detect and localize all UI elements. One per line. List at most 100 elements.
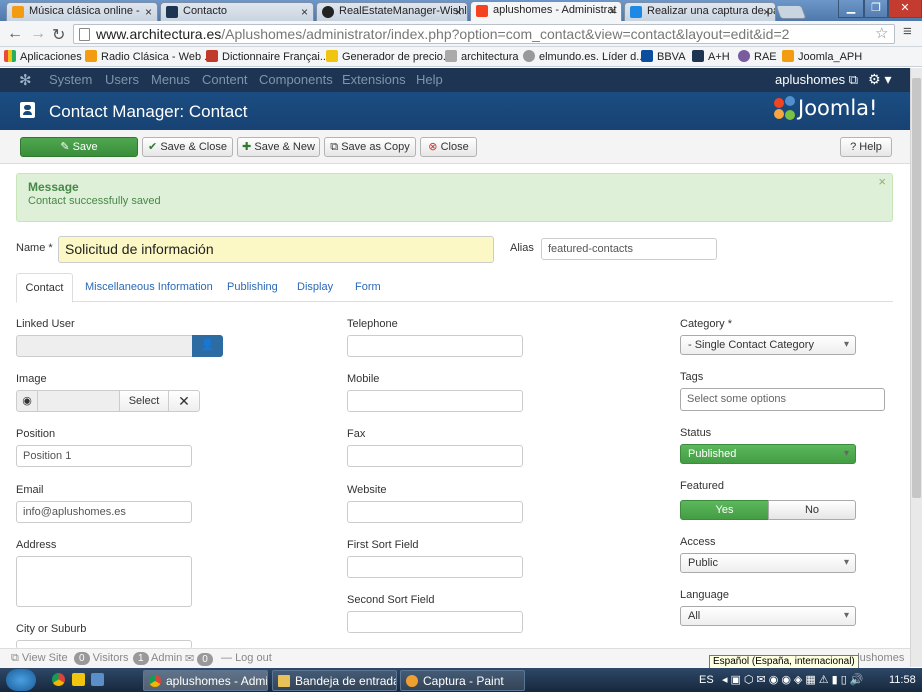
select-user-button[interactable]: 👤 <box>192 335 223 357</box>
close-button[interactable]: ⊗ Close <box>420 137 477 157</box>
bookmark-item[interactable]: Generador de precio... <box>326 50 452 63</box>
bookmark-item[interactable]: Radio Clásica - Web ... <box>85 50 213 63</box>
view-site-link[interactable]: ⧉ View Site <box>11 652 68 665</box>
help-button[interactable]: ? Help <box>840 137 892 157</box>
second-sort-field[interactable] <box>347 611 523 633</box>
address-bar[interactable]: www.architectura.es/Aplushomes/administr… <box>73 24 895 44</box>
save-copy-button[interactable]: ⧉ Save as Copy <box>324 137 416 157</box>
messages-count[interactable]: ✉ 0 <box>185 652 213 666</box>
chrome-pin-icon[interactable] <box>52 673 65 686</box>
bookmark-item[interactable]: A+H <box>692 50 730 63</box>
bbva-icon <box>641 50 653 62</box>
menu-users[interactable]: Users <box>105 72 139 87</box>
tab-publishing[interactable]: Publishing <box>227 281 278 293</box>
bookmark-item[interactable]: Aplicaciones <box>4 50 82 63</box>
save-close-button[interactable]: ✔ Save & Close <box>142 137 233 157</box>
fax-field[interactable] <box>347 445 523 467</box>
linked-user-label: Linked User <box>16 318 75 330</box>
menu-system[interactable]: System <box>49 72 92 87</box>
browser-tab[interactable]: Música clásica online - × <box>6 2 158 21</box>
new-tab-button[interactable] <box>775 5 807 19</box>
visitors-count: 0 Visitors <box>74 652 129 665</box>
vertical-scrollbar[interactable] <box>910 68 922 667</box>
browser-tab[interactable]: RealEstateManager-Wishli × <box>316 2 468 21</box>
menu-menus[interactable]: Menus <box>151 72 190 87</box>
tags-input[interactable]: Select some options <box>680 388 885 411</box>
forward-icon[interactable]: → <box>30 25 46 43</box>
scrollbar-thumb[interactable] <box>912 78 921 498</box>
page-title: Contact Manager: Contact <box>49 102 248 121</box>
telephone-field[interactable] <box>347 335 523 357</box>
joomla-home-icon[interactable]: ✻ <box>19 71 32 89</box>
dismiss-message-icon[interactable]: × <box>878 174 886 189</box>
taskbar-item-paint[interactable]: Captura - Paint <box>400 670 525 691</box>
close-tab-icon[interactable]: × <box>763 5 770 19</box>
external-link-icon: ⧉ <box>848 72 859 87</box>
access-select[interactable]: Public <box>680 553 856 573</box>
joomla-logo-icon <box>774 96 796 122</box>
name-field[interactable]: Solicitud de información <box>58 236 494 263</box>
envelope-icon: ✉ <box>185 653 195 665</box>
tab-misc-info[interactable]: Miscellaneous Information <box>85 281 213 293</box>
language-indicator[interactable]: ES <box>699 674 714 686</box>
language-label: Language <box>680 589 729 601</box>
user-site-link[interactable]: aplushomes ⧉ <box>775 72 858 88</box>
bookmark-item[interactable]: elmundo.es. Líder d... <box>523 50 645 63</box>
language-select[interactable]: All <box>680 606 856 626</box>
reload-icon[interactable]: ↻ <box>52 25 65 45</box>
menu-help[interactable]: Help <box>416 72 443 87</box>
bookmark-item[interactable]: architectura <box>445 50 518 63</box>
email-field[interactable]: info@aplushomes.es <box>16 501 192 523</box>
maximize-button[interactable]: ❐ <box>864 0 888 18</box>
close-tab-icon[interactable]: × <box>455 5 462 19</box>
back-icon[interactable]: ← <box>7 25 23 43</box>
taskbar-item-mail[interactable]: Bandeja de entrada ... <box>272 670 397 691</box>
explorer-pin-icon[interactable] <box>72 673 85 686</box>
image-select-button[interactable]: Select <box>119 390 169 412</box>
message-title: Message <box>28 180 79 194</box>
close-tab-icon[interactable]: × <box>301 5 308 19</box>
clear-image-icon[interactable]: ✕ <box>168 390 200 412</box>
contact-icon <box>20 102 35 118</box>
system-tray-icons[interactable]: ◂▣⬡✉◉◉◈▦⚠▮▯🔊 <box>722 673 866 686</box>
browser-tab-active[interactable]: aplushomes - Administrat × <box>470 1 622 21</box>
app-pin-icon[interactable] <box>91 673 104 686</box>
telephone-label: Telephone <box>347 318 398 330</box>
menu-components[interactable]: Components <box>259 72 333 87</box>
preview-eye-icon[interactable]: ◉ <box>16 390 38 412</box>
bookmark-item[interactable]: BBVA <box>641 50 686 63</box>
save-button[interactable]: ✎ Save <box>20 137 138 157</box>
featured-no-button[interactable]: No <box>768 500 856 520</box>
window-close-button[interactable]: ✕ <box>888 0 922 18</box>
close-tab-icon[interactable]: × <box>609 4 616 18</box>
bookmark-item[interactable]: Joomla_APH <box>782 50 862 63</box>
bookmark-star-icon[interactable]: ☆ <box>875 24 888 42</box>
position-field[interactable]: Position 1 <box>16 445 192 467</box>
category-select[interactable]: - Single Contact Category <box>680 335 856 355</box>
page-icon <box>79 28 90 41</box>
first-sort-field[interactable] <box>347 556 523 578</box>
bookmark-item[interactable]: RAE <box>738 50 777 63</box>
chrome-menu-icon[interactable]: ≡ <box>903 23 912 40</box>
logout-link[interactable]: — Log out <box>221 652 272 664</box>
minimize-button[interactable]: ▁ <box>838 0 864 18</box>
browser-tab[interactable]: Contacto × <box>160 2 314 21</box>
save-new-button[interactable]: ✚ Save & New <box>237 137 320 157</box>
close-tab-icon[interactable]: × <box>145 5 152 19</box>
status-select[interactable]: Published <box>680 444 856 464</box>
menu-extensions[interactable]: Extensions <box>342 72 406 87</box>
address-field[interactable] <box>16 556 192 607</box>
tab-form[interactable]: Form <box>355 281 381 293</box>
tab-display[interactable]: Display <box>297 281 333 293</box>
browser-tab[interactable]: Realizar una captura de pa × <box>624 2 776 21</box>
tab-contact[interactable]: Contact <box>16 273 73 303</box>
taskbar-item-chrome[interactable]: aplushomes - Admi... <box>143 670 268 691</box>
start-button[interactable] <box>6 669 36 691</box>
featured-yes-button[interactable]: Yes <box>680 500 769 520</box>
menu-content[interactable]: Content <box>202 72 248 87</box>
mobile-field[interactable] <box>347 390 523 412</box>
website-field[interactable] <box>347 501 523 523</box>
alias-field[interactable]: featured-contacts <box>541 238 717 260</box>
bookmark-item[interactable]: Dictionnaire Françai... <box>206 50 329 63</box>
settings-gear-icon[interactable]: ⚙ ▾ <box>868 71 891 88</box>
